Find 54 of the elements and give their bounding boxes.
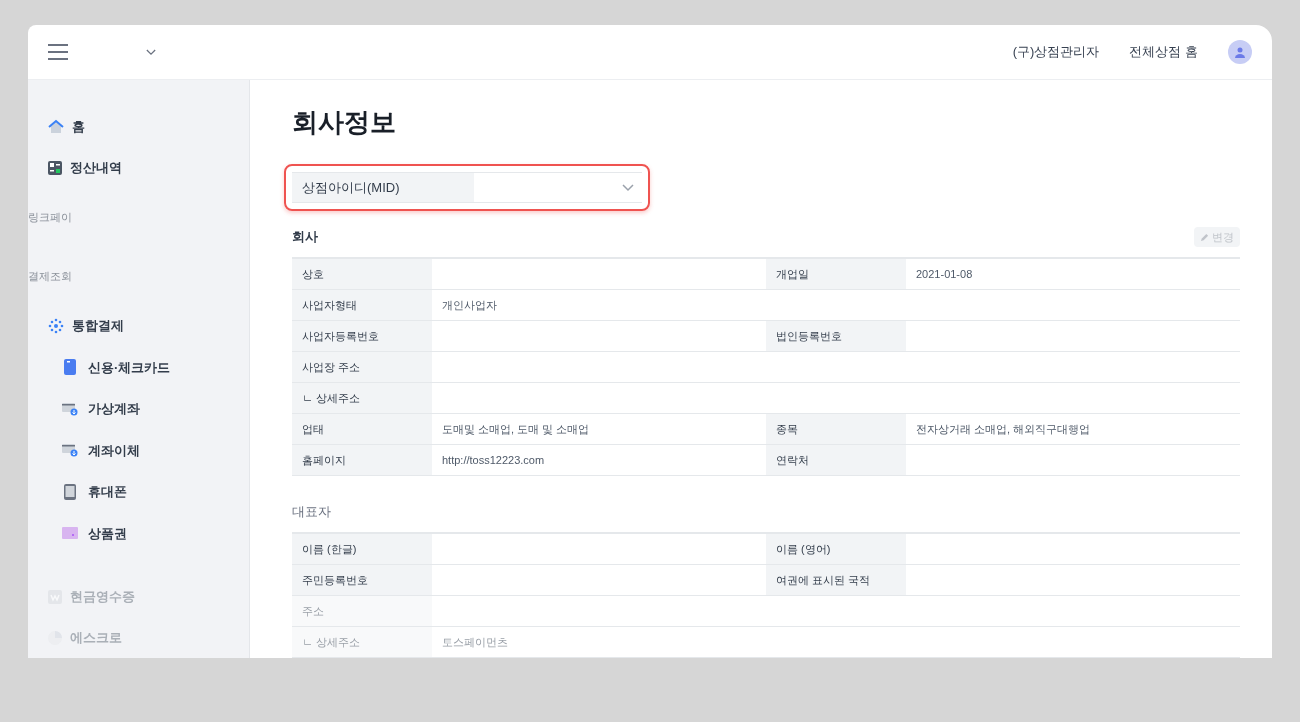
voucher-icon [62,527,78,540]
sparkle-icon [48,318,64,334]
sidebar-item[interactable]: 홈 [28,106,249,147]
chevron-down-icon [146,48,156,56]
avatar-button[interactable] [1228,40,1252,64]
sidebar-section-label: 링크페이 [28,210,72,226]
bank-transfer-icon [62,401,78,416]
sidebar-subitem[interactable]: 계좌이체 [28,429,249,471]
user-icon [1234,46,1246,58]
row-label: 연락처 [766,445,906,475]
calculator-icon [48,160,62,175]
row-value: 도매및 소매업, 도매 및 소매업 [441,421,590,437]
row-value: 2021-01-08 [915,266,973,282]
field-label: 상점아이디(MID) [292,173,474,202]
row-label: 법인등록번호 [766,321,906,351]
menu-button[interactable] [48,44,68,60]
sidebar-subitem[interactable]: 가상계좌 [28,388,249,430]
store-dropdown[interactable] [146,48,156,56]
row-label: 주민등록번호 [292,565,432,595]
sidebar-item[interactable]: 통합결제 [28,305,249,347]
row-label: 상호 [292,259,432,289]
row-label: 홈페이지 [292,445,432,475]
row-label: 사업자등록번호 [292,321,432,351]
row-value: 토스페이먼츠 [441,634,508,650]
phone-icon [64,483,76,500]
header-link[interactable]: (구)상점관리자 [1012,42,1100,62]
row-label: 주소 [292,596,432,626]
row-label: 이름 (영어) [766,534,906,564]
sidebar-subitem[interactable]: 신용·체크카드 [28,346,249,388]
row-value: http://toss12223.com [441,452,545,468]
row-label: ㄴ 상세주소 [292,383,432,413]
chevron-down-icon [622,183,634,192]
sidebar-item[interactable]: 정산내역 [28,147,249,188]
row-label: 여권에 표시된 국적 [766,565,906,595]
bank-transfer-icon [62,443,78,458]
row-value: 개인사업자 [441,297,497,313]
section-title: 대표자 [292,503,331,522]
row-label: 사업장 주소 [292,352,432,382]
row-label: 개업일 [766,259,906,289]
row-label: 이름 (한글) [292,534,432,564]
row-label: 사업자형태 [292,290,432,320]
header-link[interactable]: 전체상점 홈 [1129,42,1198,62]
row-label: 업태 [292,414,432,444]
sidebar-subitem[interactable]: 상품권 [28,512,249,554]
pencil-icon [1200,232,1209,242]
row-label: ㄴ 상세주소 [292,627,432,657]
card-icon [64,359,76,376]
home-icon [48,118,64,135]
row-label: 종목 [766,414,906,444]
sidebar-subitem[interactable]: 휴대폰 [28,471,249,513]
sidebar-section-label: 결제조회 [28,268,72,284]
page-title: 회사정보 [292,106,397,139]
section-title: 회사 [292,228,318,247]
row-value: 전자상거래 소매업, 해외직구대행업 [915,421,1091,437]
